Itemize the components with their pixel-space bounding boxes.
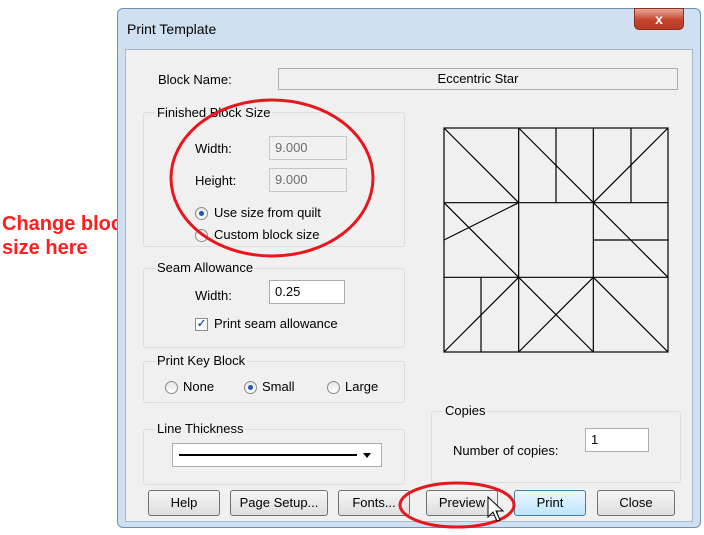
mouse-cursor-icon bbox=[487, 495, 505, 522]
annotation-overlay bbox=[169, 98, 516, 529]
annotation-ellipse-block-size bbox=[169, 98, 375, 258]
